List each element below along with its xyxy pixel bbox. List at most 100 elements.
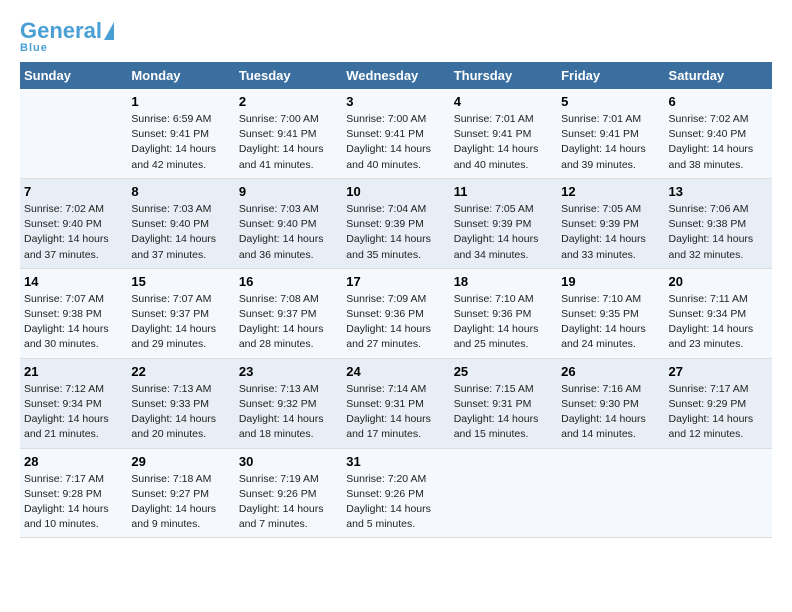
day-number: 27 bbox=[669, 364, 768, 379]
calendar-header: SundayMondayTuesdayWednesdayThursdayFrid… bbox=[20, 62, 772, 89]
header-cell-friday: Friday bbox=[557, 62, 664, 89]
day-number: 18 bbox=[454, 274, 553, 289]
day-info: Sunrise: 7:01 AM Sunset: 9:41 PM Dayligh… bbox=[561, 112, 660, 173]
day-number: 7 bbox=[24, 184, 123, 199]
day-info: Sunrise: 7:08 AM Sunset: 9:37 PM Dayligh… bbox=[239, 292, 338, 353]
calendar-cell: 16 Sunrise: 7:08 AM Sunset: 9:37 PM Dayli… bbox=[235, 268, 342, 358]
calendar-cell: 30Sunrise: 7:19 AM Sunset: 9:26 PM Dayli… bbox=[235, 448, 342, 538]
day-info: Sunrise: 7:00 AM Sunset: 9:41 PM Dayligh… bbox=[346, 112, 445, 173]
calendar-cell: 14 Sunrise: 7:07 AM Sunset: 9:38 PM Dayli… bbox=[20, 268, 127, 358]
logo-arrow-icon bbox=[104, 22, 114, 40]
day-number: 26 bbox=[561, 364, 660, 379]
day-info: Sunrise: 7:17 AM Sunset: 9:28 PM Dayligh… bbox=[24, 472, 123, 533]
day-number: 21 bbox=[24, 364, 123, 379]
calendar-cell: 9 Sunrise: 7:03 AM Sunset: 9:40 PM Daylig… bbox=[235, 178, 342, 268]
day-number: 28 bbox=[24, 454, 123, 469]
day-number: 20 bbox=[669, 274, 768, 289]
logo-general: General bbox=[20, 18, 102, 43]
header-cell-thursday: Thursday bbox=[450, 62, 557, 89]
day-number: 29 bbox=[131, 454, 230, 469]
calendar-cell: 15 Sunrise: 7:07 AM Sunset: 9:37 PM Dayli… bbox=[127, 268, 234, 358]
week-row-4: 21 Sunrise: 7:12 AM Sunset: 9:34 PM Dayli… bbox=[20, 358, 772, 448]
day-number: 17 bbox=[346, 274, 445, 289]
day-info: Sunrise: 7:05 AM Sunset: 9:39 PM Dayligh… bbox=[561, 202, 660, 263]
calendar-cell: 8 Sunrise: 7:03 AM Sunset: 9:40 PM Daylig… bbox=[127, 178, 234, 268]
day-number: 13 bbox=[669, 184, 768, 199]
calendar-cell bbox=[665, 448, 772, 538]
day-number: 19 bbox=[561, 274, 660, 289]
calendar-cell: 12Sunrise: 7:05 AM Sunset: 9:39 PM Dayli… bbox=[557, 178, 664, 268]
day-number: 3 bbox=[346, 94, 445, 109]
day-info: Sunrise: 7:00 AM Sunset: 9:41 PM Dayligh… bbox=[239, 112, 338, 173]
day-info: Sunrise: 7:03 AM Sunset: 9:40 PM Dayligh… bbox=[239, 202, 338, 263]
day-info: Sunrise: 7:02 AM Sunset: 9:40 PM Dayligh… bbox=[669, 112, 768, 173]
calendar-cell: 11 Sunrise: 7:05 AM Sunset: 9:39 PM Dayli… bbox=[450, 178, 557, 268]
week-row-1: 1 Sunrise: 6:59 AM Sunset: 9:41 PM Daylig… bbox=[20, 89, 772, 178]
day-number: 23 bbox=[239, 364, 338, 379]
day-info: Sunrise: 7:12 AM Sunset: 9:34 PM Dayligh… bbox=[24, 382, 123, 443]
day-info: Sunrise: 7:05 AM Sunset: 9:39 PM Dayligh… bbox=[454, 202, 553, 263]
calendar-cell: 22 Sunrise: 7:13 AM Sunset: 9:33 PM Dayli… bbox=[127, 358, 234, 448]
calendar-cell: 19Sunrise: 7:10 AM Sunset: 9:35 PM Dayli… bbox=[557, 268, 664, 358]
week-row-5: 28 Sunrise: 7:17 AM Sunset: 9:28 PM Dayli… bbox=[20, 448, 772, 538]
day-info: Sunrise: 7:04 AM Sunset: 9:39 PM Dayligh… bbox=[346, 202, 445, 263]
logo-text: General bbox=[20, 20, 102, 42]
day-number: 14 bbox=[24, 274, 123, 289]
day-info: Sunrise: 7:09 AM Sunset: 9:36 PM Dayligh… bbox=[346, 292, 445, 353]
day-info: Sunrise: 7:13 AM Sunset: 9:33 PM Dayligh… bbox=[131, 382, 230, 443]
day-number: 31 bbox=[346, 454, 445, 469]
day-info: Sunrise: 7:17 AM Sunset: 9:29 PM Dayligh… bbox=[669, 382, 768, 443]
calendar-cell: 31 Sunrise: 7:20 AM Sunset: 9:26 PM Dayli… bbox=[342, 448, 449, 538]
day-number: 5 bbox=[561, 94, 660, 109]
day-number: 9 bbox=[239, 184, 338, 199]
logo-blue: Blue bbox=[20, 42, 48, 54]
day-info: Sunrise: 7:06 AM Sunset: 9:38 PM Dayligh… bbox=[669, 202, 768, 263]
calendar-table: SundayMondayTuesdayWednesdayThursdayFrid… bbox=[20, 62, 772, 538]
day-number: 2 bbox=[239, 94, 338, 109]
header-cell-tuesday: Tuesday bbox=[235, 62, 342, 89]
calendar-cell: 23 Sunrise: 7:13 AM Sunset: 9:32 PM Dayli… bbox=[235, 358, 342, 448]
calendar-cell: 6 Sunrise: 7:02 AM Sunset: 9:40 PM Daylig… bbox=[665, 89, 772, 178]
day-info: Sunrise: 6:59 AM Sunset: 9:41 PM Dayligh… bbox=[131, 112, 230, 173]
day-info: Sunrise: 7:13 AM Sunset: 9:32 PM Dayligh… bbox=[239, 382, 338, 443]
week-row-3: 14 Sunrise: 7:07 AM Sunset: 9:38 PM Dayli… bbox=[20, 268, 772, 358]
day-number: 1 bbox=[131, 94, 230, 109]
header-cell-sunday: Sunday bbox=[20, 62, 127, 89]
calendar-cell: 17 Sunrise: 7:09 AM Sunset: 9:36 PM Dayli… bbox=[342, 268, 449, 358]
calendar-cell: 28 Sunrise: 7:17 AM Sunset: 9:28 PM Dayli… bbox=[20, 448, 127, 538]
week-row-2: 7Sunrise: 7:02 AM Sunset: 9:40 PM Daylig… bbox=[20, 178, 772, 268]
day-number: 15 bbox=[131, 274, 230, 289]
calendar-body: 1 Sunrise: 6:59 AM Sunset: 9:41 PM Daylig… bbox=[20, 89, 772, 538]
header-cell-monday: Monday bbox=[127, 62, 234, 89]
day-info: Sunrise: 7:16 AM Sunset: 9:30 PM Dayligh… bbox=[561, 382, 660, 443]
day-info: Sunrise: 7:18 AM Sunset: 9:27 PM Dayligh… bbox=[131, 472, 230, 533]
day-info: Sunrise: 7:01 AM Sunset: 9:41 PM Dayligh… bbox=[454, 112, 553, 173]
day-info: Sunrise: 7:19 AM Sunset: 9:26 PM Dayligh… bbox=[239, 472, 338, 533]
calendar-cell: 7Sunrise: 7:02 AM Sunset: 9:40 PM Daylig… bbox=[20, 178, 127, 268]
calendar-cell: 25Sunrise: 7:15 AM Sunset: 9:31 PM Dayli… bbox=[450, 358, 557, 448]
day-number: 25 bbox=[454, 364, 553, 379]
day-number: 10 bbox=[346, 184, 445, 199]
day-number: 8 bbox=[131, 184, 230, 199]
logo: General Blue bbox=[20, 20, 114, 54]
header-row: SundayMondayTuesdayWednesdayThursdayFrid… bbox=[20, 62, 772, 89]
calendar-cell: 29 Sunrise: 7:18 AM Sunset: 9:27 PM Dayli… bbox=[127, 448, 234, 538]
day-info: Sunrise: 7:03 AM Sunset: 9:40 PM Dayligh… bbox=[131, 202, 230, 263]
calendar-cell bbox=[557, 448, 664, 538]
day-info: Sunrise: 7:07 AM Sunset: 9:38 PM Dayligh… bbox=[24, 292, 123, 353]
page-header: General Blue bbox=[20, 20, 772, 54]
calendar-cell: 4 Sunrise: 7:01 AM Sunset: 9:41 PM Daylig… bbox=[450, 89, 557, 178]
day-number: 22 bbox=[131, 364, 230, 379]
day-number: 11 bbox=[454, 184, 553, 199]
day-number: 16 bbox=[239, 274, 338, 289]
day-number: 6 bbox=[669, 94, 768, 109]
day-number: 24 bbox=[346, 364, 445, 379]
calendar-cell: 21 Sunrise: 7:12 AM Sunset: 9:34 PM Dayli… bbox=[20, 358, 127, 448]
day-info: Sunrise: 7:20 AM Sunset: 9:26 PM Dayligh… bbox=[346, 472, 445, 533]
calendar-cell: 27 Sunrise: 7:17 AM Sunset: 9:29 PM Dayli… bbox=[665, 358, 772, 448]
day-info: Sunrise: 7:07 AM Sunset: 9:37 PM Dayligh… bbox=[131, 292, 230, 353]
calendar-cell: 13 Sunrise: 7:06 AM Sunset: 9:38 PM Dayli… bbox=[665, 178, 772, 268]
calendar-cell bbox=[20, 89, 127, 178]
calendar-cell: 1 Sunrise: 6:59 AM Sunset: 9:41 PM Daylig… bbox=[127, 89, 234, 178]
day-number: 4 bbox=[454, 94, 553, 109]
